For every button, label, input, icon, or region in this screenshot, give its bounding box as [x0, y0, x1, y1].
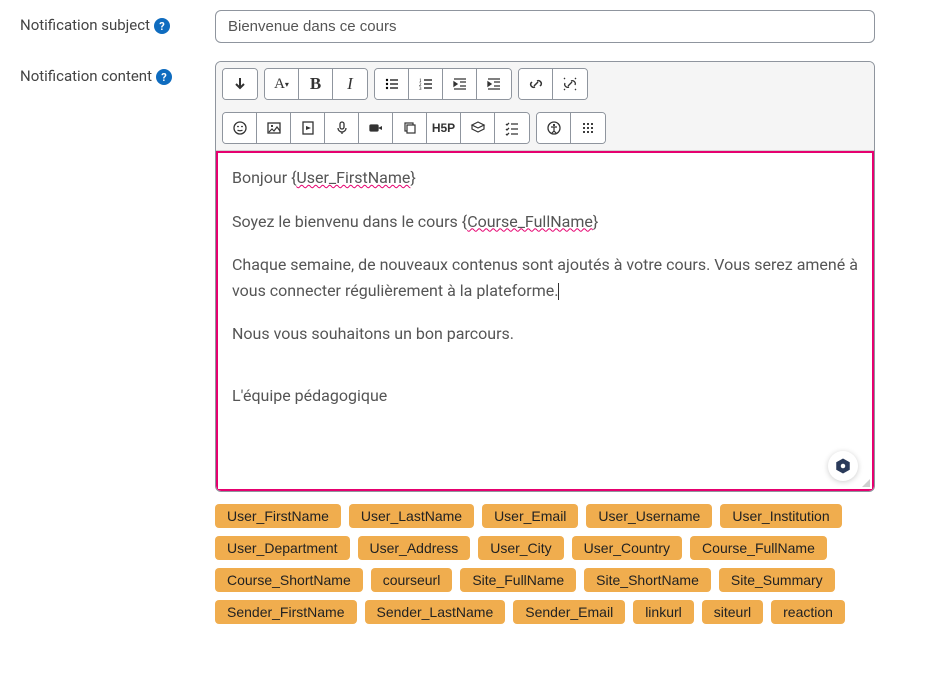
text-cursor: [558, 283, 559, 301]
help-icon[interactable]: ?: [154, 18, 170, 34]
paragraph-style-button[interactable]: A▾: [265, 69, 299, 99]
placeholder-tags: User_FirstName User_LastName User_Email Use…: [215, 504, 875, 624]
manage-files-button[interactable]: [393, 113, 427, 143]
numbered-list-button[interactable]: 123: [409, 69, 443, 99]
placeholder-tag[interactable]: User_City: [478, 536, 563, 560]
placeholder-tag[interactable]: Sender_LastName: [365, 600, 506, 624]
outdent-button[interactable]: [443, 69, 477, 99]
placeholder-tag[interactable]: Site_ShortName: [584, 568, 711, 592]
subject-input[interactable]: [215, 10, 875, 43]
embed-button[interactable]: [461, 113, 495, 143]
image-button[interactable]: [257, 113, 291, 143]
editor-toolbar: A▾ B I 123: [216, 62, 874, 151]
editor-text: }: [410, 168, 415, 187]
unlink-button[interactable]: [553, 69, 587, 99]
help-icon[interactable]: ?: [156, 69, 172, 85]
link-button[interactable]: [519, 69, 553, 99]
media-button[interactable]: [291, 113, 325, 143]
placeholder-tag[interactable]: Sender_FirstName: [215, 600, 357, 624]
placeholder-tag[interactable]: Course_FullName: [690, 536, 827, 560]
placeholder-tag[interactable]: Sender_Email: [513, 600, 625, 624]
checklist-button[interactable]: [495, 113, 529, 143]
editor-text: Nous vous souhaitons un bon parcours.: [232, 321, 858, 347]
template-variable: Course_FullName: [467, 212, 593, 231]
placeholder-tag[interactable]: siteurl: [702, 600, 763, 624]
placeholder-tag[interactable]: User_Country: [572, 536, 682, 560]
placeholder-tag[interactable]: linkurl: [633, 600, 694, 624]
editor-text: Bonjour {: [232, 168, 296, 187]
placeholder-tag[interactable]: User_Username: [586, 504, 712, 528]
emoji-button[interactable]: [223, 113, 257, 143]
placeholder-tag[interactable]: courseurl: [371, 568, 453, 592]
h5p-button[interactable]: H5P: [427, 113, 461, 143]
screenreader-helper-button[interactable]: [571, 113, 605, 143]
template-variable: User_FirstName: [296, 168, 410, 187]
svg-text:3: 3: [419, 87, 422, 92]
resize-handle[interactable]: [858, 475, 872, 489]
assistant-icon[interactable]: [828, 451, 858, 481]
placeholder-tag[interactable]: reaction: [771, 600, 845, 624]
record-audio-button[interactable]: [325, 113, 359, 143]
italic-button[interactable]: I: [333, 69, 367, 99]
accessibility-button[interactable]: [537, 113, 571, 143]
placeholder-tag[interactable]: User_Institution: [720, 504, 841, 528]
placeholder-tag[interactable]: User_Email: [482, 504, 578, 528]
placeholder-tag[interactable]: User_FirstName: [215, 504, 341, 528]
editor-text: Chaque semaine, de nouveaux contenus son…: [232, 255, 858, 300]
placeholder-tag[interactable]: User_Department: [215, 536, 350, 560]
subject-label: Notification subject: [20, 16, 150, 34]
indent-button[interactable]: [477, 69, 511, 99]
editor-content-area[interactable]: Bonjour {User_FirstName} Soyez le bienve…: [216, 151, 874, 491]
editor-text: Soyez le bienvenu dans le cours {: [232, 212, 467, 231]
placeholder-tag[interactable]: User_LastName: [349, 504, 474, 528]
bullet-list-button[interactable]: [375, 69, 409, 99]
editor-text: }: [593, 212, 598, 231]
placeholder-tag[interactable]: Site_Summary: [719, 568, 835, 592]
record-video-button[interactable]: [359, 113, 393, 143]
content-label: Notification content: [20, 67, 152, 85]
placeholder-tag[interactable]: User_Address: [358, 536, 471, 560]
placeholder-tag[interactable]: Site_FullName: [460, 568, 576, 592]
rich-text-editor: A▾ B I 123: [215, 61, 875, 492]
placeholder-tag[interactable]: Course_ShortName: [215, 568, 363, 592]
bold-button[interactable]: B: [299, 69, 333, 99]
toggle-toolbar-button[interactable]: [223, 69, 257, 99]
editor-text: L'équipe pédagogique: [232, 383, 858, 409]
